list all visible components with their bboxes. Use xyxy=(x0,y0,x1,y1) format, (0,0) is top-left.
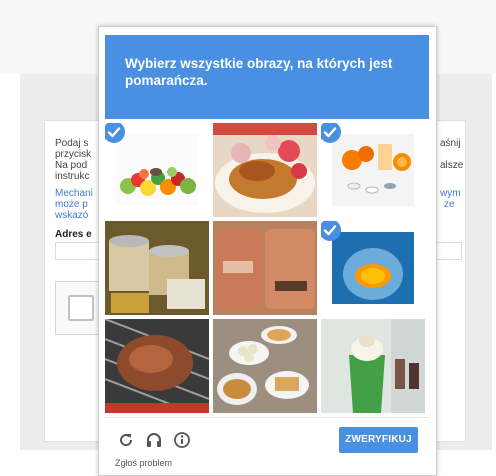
paragraph-line-right: aśnij xyxy=(440,138,461,149)
paragraph-line-right: alsze xyxy=(440,160,464,171)
tile-image xyxy=(332,134,414,206)
instruction-banner: Wybierz wszystkie obrazy, na których jes… xyxy=(105,35,429,119)
instruction-text: Wybierz wszystkie obrazy, na których jes… xyxy=(125,56,393,88)
image-tile-grilled-meat[interactable] xyxy=(105,319,209,413)
tile-image xyxy=(105,221,209,315)
info-link-right[interactable]: wym xyxy=(440,188,461,199)
selected-check-icon xyxy=(105,123,125,143)
email-input-edge[interactable] xyxy=(434,242,462,260)
email-label: Adres e xyxy=(55,229,92,240)
paragraph-line: instrukc xyxy=(55,171,90,182)
tile-image xyxy=(105,319,209,413)
image-tile-jars[interactable] xyxy=(105,221,209,315)
info-link[interactable]: wskazó xyxy=(55,210,88,221)
info-link-right[interactable]: ze xyxy=(444,199,455,210)
info-icon[interactable] xyxy=(173,431,191,449)
paragraph-line: Podaj s xyxy=(55,138,89,149)
paragraph-line: przycisk xyxy=(55,149,92,160)
footer-divider xyxy=(105,417,429,418)
info-link[interactable]: może p xyxy=(55,199,88,210)
image-grid xyxy=(105,123,429,413)
email-input[interactable] xyxy=(55,242,99,260)
selected-check-icon xyxy=(321,221,341,241)
report-problem-link[interactable]: Zgłoś problem xyxy=(115,458,172,468)
verify-button[interactable]: ZWERYFIKUJ xyxy=(339,427,418,453)
tile-image xyxy=(321,319,425,413)
paragraph-line: Na pod xyxy=(55,160,88,171)
selected-check-icon xyxy=(321,123,341,143)
tile-image xyxy=(332,232,414,304)
image-tile-fruit[interactable] xyxy=(105,123,209,217)
tile-image xyxy=(116,134,198,206)
image-tile-soup[interactable] xyxy=(213,319,317,413)
tile-image xyxy=(213,123,317,217)
tile-image xyxy=(213,319,317,413)
info-link[interactable]: Mechani xyxy=(55,188,93,199)
captcha-challenge: Wybierz wszystkie obrazy, na których jes… xyxy=(98,26,437,476)
image-tile-fried-food[interactable] xyxy=(213,123,317,217)
tile-image xyxy=(213,221,317,315)
image-tile-snacks[interactable] xyxy=(213,221,317,315)
reload-icon[interactable] xyxy=(117,431,135,449)
image-tile-orange-glass[interactable] xyxy=(321,221,425,315)
recaptcha-checkbox[interactable] xyxy=(68,295,94,321)
image-tile-smoothie[interactable] xyxy=(321,319,425,413)
audio-icon[interactable] xyxy=(145,431,163,449)
image-tile-oranges-pills[interactable] xyxy=(321,123,425,217)
